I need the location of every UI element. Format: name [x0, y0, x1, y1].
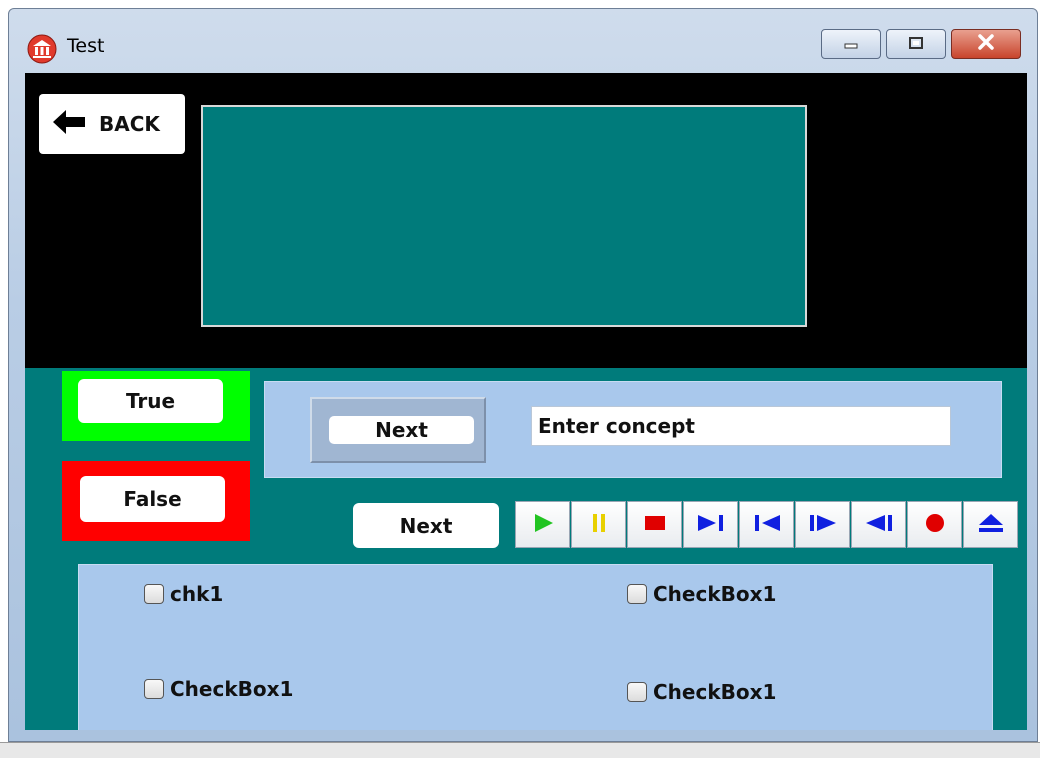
next-button-secondary[interactable]: Next	[353, 503, 499, 548]
checkbox-panel: chk1 CheckBox1 CheckBox1 CheckBox1	[78, 564, 993, 730]
video-panel	[201, 105, 807, 327]
close-icon	[977, 34, 995, 54]
checkbox-label: chk1	[170, 582, 224, 606]
checkbox-box[interactable]	[144, 679, 164, 699]
minimize-icon	[843, 35, 859, 54]
previous-track-icon	[752, 512, 782, 538]
checkbox-box[interactable]	[627, 682, 647, 702]
next-button-frame: Next	[310, 397, 486, 463]
arrow-left-icon	[39, 109, 99, 139]
false-frame: False	[62, 461, 250, 541]
app-window: Test BACK True False Next Enter concept …	[8, 8, 1038, 742]
checkbox-label: CheckBox1	[170, 677, 294, 701]
eject-button[interactable]	[963, 501, 1018, 548]
step-back-button[interactable]	[851, 501, 906, 548]
previous-track-button[interactable]	[739, 501, 794, 548]
window-title: Test	[67, 35, 105, 57]
close-button[interactable]	[951, 29, 1021, 59]
back-button[interactable]: BACK	[39, 94, 185, 154]
desktop-strip	[0, 742, 1040, 758]
record-icon	[923, 512, 947, 538]
checkbox-chk1[interactable]: chk1	[144, 582, 223, 606]
checkbox-label: CheckBox1	[653, 582, 777, 606]
step-back-icon	[864, 512, 894, 538]
false-button[interactable]: False	[80, 476, 225, 522]
checkbox-label: CheckBox1	[653, 680, 777, 704]
next-button[interactable]: Next	[329, 416, 474, 444]
eject-icon	[976, 512, 1006, 538]
next-track-button[interactable]	[683, 501, 738, 548]
maximize-button[interactable]	[886, 29, 946, 59]
pause-icon	[589, 512, 609, 538]
true-button[interactable]: True	[78, 379, 223, 423]
step-forward-button[interactable]	[795, 501, 850, 548]
stop-button[interactable]	[627, 501, 682, 548]
media-control-bar	[515, 501, 1019, 548]
play-icon	[531, 512, 555, 538]
checkbox-box[interactable]	[627, 584, 647, 604]
record-button[interactable]	[907, 501, 962, 548]
back-button-label: BACK	[99, 112, 160, 136]
title-bar[interactable]: Test	[9, 9, 1037, 73]
maximize-icon	[908, 35, 924, 54]
checkbox-checkbox1-bottom-left[interactable]: CheckBox1	[144, 677, 293, 701]
media-display-area: BACK	[25, 73, 1027, 368]
play-button[interactable]	[515, 501, 570, 548]
app-bank-icon	[27, 34, 57, 68]
checkbox-checkbox1-top-right[interactable]: CheckBox1	[627, 582, 776, 606]
next-track-icon	[696, 512, 726, 538]
controls-area: True False Next Next	[25, 368, 1027, 730]
stop-icon	[643, 512, 667, 538]
checkbox-checkbox1-bottom-right[interactable]: CheckBox1	[627, 680, 776, 704]
checkbox-box[interactable]	[144, 584, 164, 604]
minimize-button[interactable]	[821, 29, 881, 59]
step-forward-icon	[808, 512, 838, 538]
true-frame: True	[62, 371, 250, 441]
pause-button[interactable]	[571, 501, 626, 548]
concept-panel: Next	[264, 381, 1002, 478]
concept-input[interactable]	[531, 406, 951, 446]
